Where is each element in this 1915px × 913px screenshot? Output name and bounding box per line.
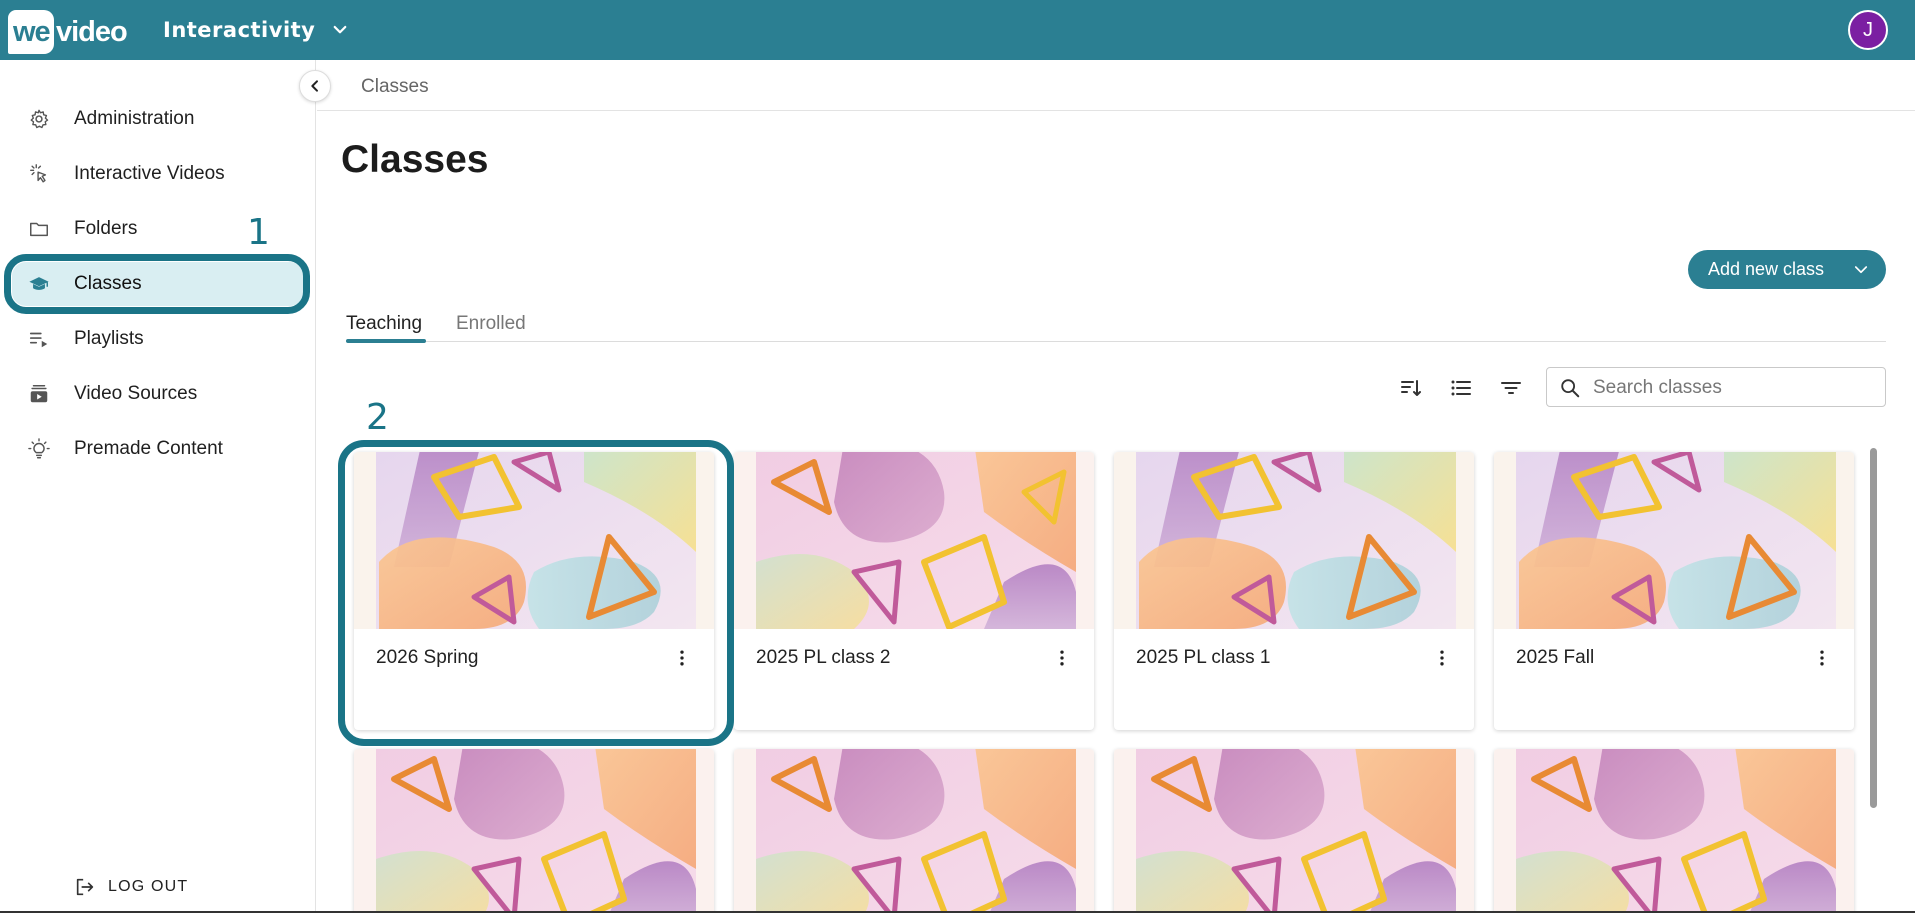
annotation-step-1: 1 [247,212,270,253]
kebab-menu-icon [1820,650,1824,666]
collapse-sidebar-button[interactable] [299,70,331,102]
more-options-button[interactable] [1430,646,1454,670]
search-icon [1561,379,1580,398]
sidebar-item-classes[interactable]: Classes [12,262,304,306]
sort-button[interactable] [1398,375,1424,401]
class-thumbnail [1114,452,1474,629]
class-thumbnail [734,452,1094,629]
search-box [1546,367,1886,407]
breadcrumb[interactable]: Classes [361,76,429,98]
more-options-button[interactable] [1050,646,1074,670]
top-bar: we video Interactivity J [0,0,1915,60]
class-thumbnail [734,749,1094,913]
sidebar-item-label: Classes [74,273,142,294]
class-card[interactable] [1494,749,1854,913]
class-card[interactable] [354,749,714,913]
class-thumbnail [354,749,714,913]
sidebar-item-administration[interactable]: Administration [12,97,304,141]
chevron-down-icon [334,25,347,34]
sidebar-item-label: Folders [74,218,138,239]
sidebar-item-video-sources[interactable]: Video Sources [12,372,304,416]
sidebar-item-label: Administration [74,108,195,129]
click-pointer-icon [28,163,50,185]
sidebar: Administration Interactive Videos Folder… [0,60,316,913]
sort-icon [1401,380,1421,396]
sidebar-item-playlists[interactable]: Playlists [12,317,304,361]
class-name: 2025 PL class 1 [1136,647,1271,668]
chevron-left-icon [311,80,318,92]
tab-enrolled[interactable]: Enrolled [456,313,526,335]
class-card-2025-pl-class-2[interactable]: 2025 PL class 2 [734,452,1094,730]
class-card-2026-spring[interactable]: 2026 Spring [354,452,714,730]
class-thumbnail [1114,749,1474,913]
add-new-class-button[interactable]: Add new class [1688,250,1886,289]
logo-video-text: video [56,16,128,48]
list-view-icon [1451,380,1471,396]
logo-we-text: we [13,16,51,48]
class-name: 2026 Spring [376,647,479,668]
gear-icon [28,108,50,130]
sidebar-item-interactive-videos[interactable]: Interactive Videos [12,152,304,196]
avatar[interactable]: J [1848,10,1888,50]
sidebar-item-label: Playlists [74,328,144,349]
sidebar-item-label: Video Sources [74,383,198,404]
class-thumbnail [354,452,714,629]
kebab-menu-icon [1060,650,1064,666]
class-thumbnail [1494,452,1854,629]
class-card-2025-fall[interactable]: 2025 Fall [1494,452,1854,730]
graduation-cap-icon [28,273,50,295]
active-tab-indicator [346,339,426,343]
class-card[interactable] [1114,749,1474,913]
sidebar-item-label: Premade Content [74,438,223,459]
class-thumbnail [1494,749,1854,913]
annotation-step-2: 2 [366,397,389,438]
class-card-2025-pl-class-1[interactable]: 2025 PL class 1 [1114,452,1474,730]
kebab-menu-icon [1440,650,1444,666]
page-title: Classes [341,138,489,181]
class-card[interactable] [734,749,1094,913]
logout-button[interactable]: LOG OUT [74,876,188,898]
chevron-down-icon [1854,266,1868,274]
filter-button[interactable] [1498,375,1524,401]
avatar-initial: J [1863,18,1873,41]
search-input[interactable] [1593,375,1873,401]
class-name: 2025 Fall [1516,647,1595,668]
breadcrumb-bar: Classes [317,60,1915,111]
logout-label: LOG OUT [108,878,189,895]
folder-icon [28,218,50,240]
playlist-icon [28,328,50,350]
filter-icon [1501,382,1521,394]
lightbulb-icon [28,438,50,460]
list-view-button[interactable] [1448,375,1474,401]
class-name: 2025 PL class 2 [756,647,891,668]
wevideo-logo[interactable]: we video [8,10,130,54]
more-options-button[interactable] [670,646,694,670]
more-options-button[interactable] [1810,646,1834,670]
logout-icon [76,878,94,896]
sidebar-item-label: Interactive Videos [74,163,225,184]
sidebar-item-premade-content[interactable]: Premade Content [12,427,304,471]
class-tabs: Teaching Enrolled [346,305,1886,343]
video-library-icon [28,383,50,405]
kebab-menu-icon [680,650,684,666]
tab-teaching[interactable]: Teaching [346,313,422,335]
app-name: Interactivity [163,18,316,42]
add-new-class-label: Add new class [1708,259,1825,279]
scrollbar-thumb[interactable] [1870,448,1877,808]
app-switcher[interactable]: Interactivity [163,14,349,46]
